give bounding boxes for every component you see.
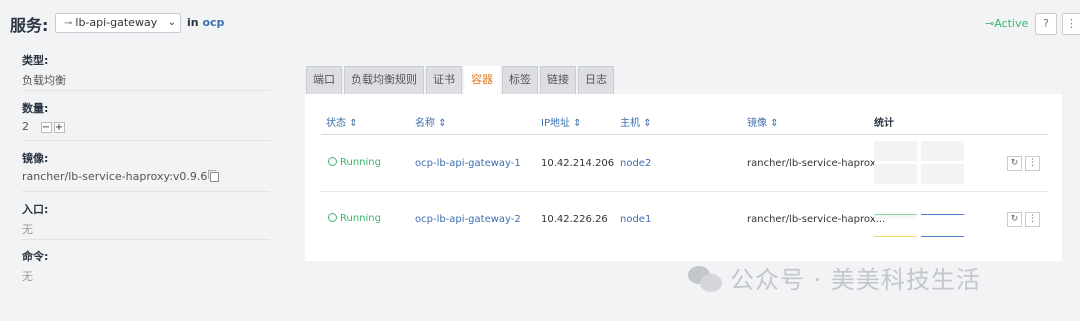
ip-cell: 10.42.214.206	[541, 158, 615, 169]
state-cell: Running	[328, 213, 381, 224]
info-type: 类型: 负载均衡	[22, 48, 270, 91]
cpu-sparkline	[874, 141, 917, 161]
containers-table: 状态 ⇕ 名称 ⇕ IP地址 ⇕ 主机 ⇕ 镜像 ⇕ 统计 Running oc…	[305, 94, 1062, 261]
watermark: 公众号 · 美美科技生活	[688, 260, 981, 295]
column-header-state[interactable]: 状态 ⇕	[326, 114, 358, 129]
container-name-link[interactable]: ocp-lb-api-gateway-1	[415, 158, 521, 169]
namespace-link[interactable]: ocp	[202, 16, 224, 29]
ip-cell: 10.42.226.26	[541, 214, 608, 225]
disk-sparkline	[921, 164, 964, 184]
tab-links[interactable]: 链接	[540, 66, 576, 94]
row-menu-button[interactable]: ⋮	[1025, 212, 1040, 227]
selected-service-label: lb-api-gateway	[75, 16, 158, 29]
sort-icon: ⇕	[770, 118, 779, 129]
load-balancer-icon: ⊸	[64, 18, 73, 29]
stats-sparklines	[874, 198, 964, 242]
disk-sparkline	[921, 236, 964, 237]
network-sparkline	[874, 164, 917, 184]
namespace-indicator: in ocp	[187, 16, 224, 29]
tab-labels[interactable]: 标签	[502, 66, 538, 94]
page-title: 服务:	[10, 16, 49, 35]
refresh-icon: ↻	[1010, 158, 1019, 168]
more-vertical-icon: ⋮	[1028, 158, 1037, 168]
increase-button[interactable]: +	[53, 121, 65, 133]
status-text: Active	[994, 17, 1029, 30]
host-link[interactable]: node1	[620, 214, 651, 225]
info-command: 命令: 无	[22, 240, 270, 283]
status-badge: ⊸Active	[985, 17, 1028, 30]
tab-lb-rules[interactable]: 负载均衡规则	[344, 66, 424, 94]
quantity-stepper: 2 − +	[22, 120, 270, 133]
help-button[interactable]: ?	[1035, 13, 1057, 35]
row-divider	[321, 191, 1048, 192]
memory-sparkline	[921, 214, 964, 215]
decrease-button[interactable]: −	[40, 121, 52, 133]
sort-icon: ⇕	[643, 118, 652, 129]
type-label: 类型:	[22, 54, 49, 67]
column-header-ip[interactable]: IP地址 ⇕	[541, 114, 582, 129]
sort-icon: ⇕	[349, 118, 358, 129]
memory-sparkline	[921, 141, 964, 161]
load-balancer-icon: ⊸	[985, 17, 995, 30]
host-link[interactable]: node2	[620, 158, 651, 169]
refresh-icon: ↻	[1010, 214, 1019, 224]
image-cell: rancher/lb-service-haprox...	[747, 158, 886, 169]
tab-containers[interactable]: 容器	[464, 66, 500, 94]
watermark-text: 公众号 · 美美科技生活	[730, 266, 981, 294]
info-quantity: 数量: 2 − +	[22, 91, 270, 141]
container-name-link[interactable]: ocp-lb-api-gateway-2	[415, 214, 521, 225]
quantity-value: 2	[22, 120, 29, 133]
more-vertical-icon: ⋮	[1028, 214, 1037, 224]
service-info-panel: 类型: 负载均衡 数量: 2 − + 镜像: rancher/lb-service…	[22, 48, 270, 283]
chevron-down-icon: ⌄	[167, 17, 176, 28]
column-header-image[interactable]: 镜像 ⇕	[747, 114, 779, 129]
restart-button[interactable]: ↻	[1007, 156, 1022, 171]
copy-icon[interactable]	[208, 170, 220, 182]
entry-label: 入口:	[22, 203, 49, 216]
tab-ports[interactable]: 端口	[306, 66, 342, 94]
column-header-stats: 统计	[874, 118, 894, 129]
sort-icon: ⇕	[573, 118, 582, 129]
command-label: 命令:	[22, 250, 49, 263]
state-cell: Running	[328, 157, 381, 168]
quantity-label: 数量:	[22, 102, 49, 115]
image-value: rancher/lb-service-haproxy:v0.9.6	[22, 170, 208, 183]
sort-icon: ⇕	[438, 118, 447, 129]
tab-logs[interactable]: 日志	[578, 66, 614, 94]
service-select[interactable]: ⊸ lb-api-gateway ⌄	[55, 13, 181, 33]
page-header: 服务: ⊸ lb-api-gateway ⌄ in ocp ⊸Active ? ⋮	[0, 0, 1080, 46]
image-value-row: rancher/lb-service-haproxy:v0.9.6	[22, 170, 270, 183]
image-cell: rancher/lb-service-haprox...	[747, 214, 886, 225]
network-sparkline	[874, 236, 917, 237]
more-vertical-icon: ⋮	[1066, 17, 1077, 30]
wechat-icon	[688, 264, 724, 294]
restart-button[interactable]: ↻	[1007, 212, 1022, 227]
column-header-host[interactable]: 主机 ⇕	[620, 114, 652, 129]
type-value: 负载均衡	[22, 74, 66, 87]
help-icon: ?	[1043, 17, 1049, 30]
info-entry: 入口: 无	[22, 192, 270, 240]
command-value: 无	[22, 270, 33, 283]
info-image: 镜像: rancher/lb-service-haproxy:v0.9.6	[22, 141, 270, 192]
row-menu-button[interactable]: ⋮	[1025, 156, 1040, 171]
in-label: in	[187, 16, 199, 29]
image-label: 镜像:	[22, 152, 49, 165]
header-divider	[321, 134, 1048, 135]
running-status-icon	[328, 157, 337, 166]
stats-sparklines	[874, 141, 964, 185]
entry-value: 无	[22, 223, 33, 236]
column-header-name[interactable]: 名称 ⇕	[415, 114, 447, 129]
tab-certificates[interactable]: 证书	[426, 66, 462, 94]
more-actions-button[interactable]: ⋮	[1062, 13, 1080, 35]
detail-tabs: 端口 负载均衡规则 证书 容器 标签 链接 日志	[306, 66, 616, 94]
running-status-icon	[328, 213, 337, 222]
